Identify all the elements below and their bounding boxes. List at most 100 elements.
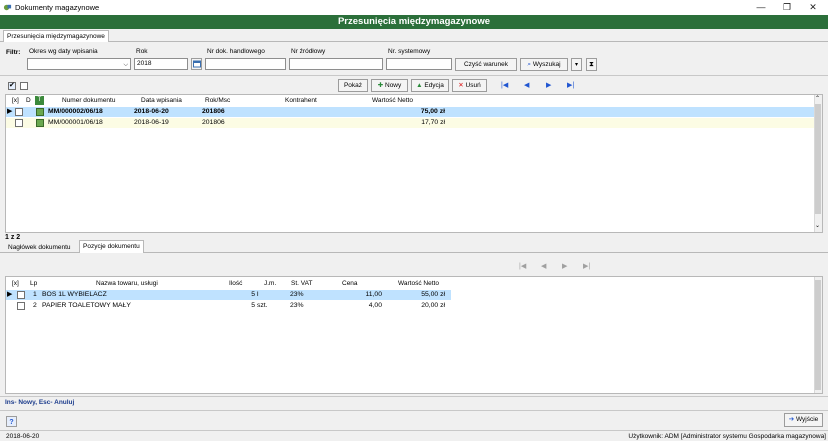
items-prev-button[interactable]: ◀ <box>541 262 546 270</box>
delete-icon: ✕ <box>458 82 464 89</box>
exit-button[interactable]: ➔ Wyjście <box>784 413 823 427</box>
delete-button[interactable]: ✕ Usuń <box>452 79 487 92</box>
doc-number: MM/000001/06/18 <box>48 119 103 126</box>
col-header-lp[interactable]: Lp <box>30 280 37 287</box>
documents-scroll-thumb[interactable] <box>815 104 821 214</box>
items-scroll-thumb[interactable] <box>815 280 821 390</box>
item-qty: 5 <box>251 302 255 309</box>
item-name: PAPIER TOALETOWY MAŁY <box>42 302 131 309</box>
tab-document-items[interactable]: Pozycje dokumentu <box>79 240 144 253</box>
check-all-checkbox[interactable]: ✔ <box>8 82 16 90</box>
row-checkbox[interactable] <box>15 119 23 127</box>
statusbar-separator <box>0 430 828 431</box>
first-record-button[interactable]: |◀ <box>501 81 508 89</box>
toolbar-separator <box>0 75 828 76</box>
source-label: Nr źródłowy <box>291 48 326 55</box>
edit-button[interactable]: ▲ Edycja <box>411 79 449 92</box>
item-net: 20,00 zł <box>421 302 445 309</box>
col-header-date[interactable]: Data wpisania <box>141 97 182 104</box>
help-button[interactable]: ? <box>6 416 17 427</box>
search-button-label: Wyszukaj <box>532 61 561 68</box>
col-header-t[interactable]: T <box>35 96 44 105</box>
row-checkbox[interactable] <box>15 108 23 116</box>
check-icon: ✔ <box>9 82 15 89</box>
period-select[interactable]: ⌵ <box>27 58 131 70</box>
doc-period: 201806 <box>202 119 225 126</box>
items-next-button[interactable]: ▶ <box>562 262 567 270</box>
search-button[interactable]: ⌕ Wyszukaj <box>520 58 568 71</box>
status-user: Użytkownik: ADM [Administrator systemu G… <box>628 433 826 440</box>
item-net: 55,00 zł <box>421 291 445 298</box>
col-header-qty[interactable]: Ilość <box>229 280 242 287</box>
help-icon: ? <box>9 419 14 426</box>
tab-document-header[interactable]: Nagłówek dokumentu <box>8 244 71 251</box>
bottom-separator <box>0 410 828 411</box>
edit-icon: ▲ <box>416 82 423 89</box>
col-header-net[interactable]: Wartość Netto <box>398 280 439 287</box>
col-header-name[interactable]: Nazwa towaru, usługi <box>96 280 158 287</box>
show-button[interactable]: Pokaż <box>338 79 368 92</box>
clear-condition-button[interactable]: Czyść warunek <box>455 58 517 71</box>
minimize-button[interactable]: — <box>748 0 774 15</box>
row-checkbox[interactable] <box>17 302 25 310</box>
trade-doc-input[interactable] <box>205 58 286 70</box>
source-input[interactable] <box>289 58 383 70</box>
col-header-x[interactable]: [x] <box>12 97 19 104</box>
col-header-contractor[interactable]: Kontrahent <box>285 97 317 104</box>
item-lp: 2 <box>33 302 37 309</box>
last-record-button[interactable]: ▶| <box>567 81 574 89</box>
keyboard-hint: Ins- Nowy, Esc- Anuluj <box>5 399 75 406</box>
tab-strip-line <box>0 41 828 42</box>
col-header-period[interactable]: Rok/Msc <box>205 97 230 104</box>
filter-label: Filtr: <box>6 49 21 56</box>
col-header-unit[interactable]: J.m. <box>264 280 276 287</box>
doc-net: 17,70 zł <box>421 119 445 126</box>
system-label: Nr. systemowy <box>388 48 431 55</box>
edit-button-label: Edycja <box>424 82 444 89</box>
item-unit: l <box>257 291 259 298</box>
col-header-number[interactable]: Numer dokumentu <box>62 97 115 104</box>
scroll-down-icon[interactable]: ⌄ <box>815 222 820 229</box>
exit-icon: ➔ <box>788 416 795 423</box>
item-qty: 5 <box>251 291 255 298</box>
year-label: Rok <box>136 48 148 55</box>
items-first-button[interactable]: |◀ <box>519 262 526 270</box>
uncheck-all-checkbox[interactable] <box>20 82 28 90</box>
col-header-vat[interactable]: St. VAT <box>291 280 312 287</box>
calendar-icon <box>192 60 201 68</box>
tab-transfers[interactable]: Przesunięcia międzymagazynowe <box>3 30 109 42</box>
filter-options-button[interactable]: ▾ <box>571 58 582 71</box>
item-price: 4,00 <box>368 302 382 309</box>
close-button[interactable]: ✕ <box>800 0 826 15</box>
col-header-net[interactable]: Wartość Netto <box>372 97 413 104</box>
item-name: BOS 1L WYBIELACZ <box>42 291 107 298</box>
col-header-d[interactable]: D <box>26 97 31 104</box>
system-input[interactable] <box>386 58 452 70</box>
col-header-price[interactable]: Cena <box>342 280 358 287</box>
doc-period: 201806 <box>202 108 225 115</box>
page-banner: Przesunięcia międzymagazynowe <box>0 15 828 29</box>
period-label: Okres wg daty wpisania <box>29 48 98 55</box>
new-button-label: Nowy <box>385 82 402 89</box>
item-lp: 1 <box>33 291 37 298</box>
col-header-x[interactable]: [x] <box>12 280 19 287</box>
new-button[interactable]: ✚ Nowy <box>371 79 408 92</box>
row-pointer-icon: ▶ <box>7 291 13 298</box>
trade-doc-label: Nr dok. handlowego <box>207 48 265 55</box>
year-input[interactable]: 2018 <box>134 58 188 70</box>
calendar-button[interactable] <box>191 58 202 70</box>
delete-button-label: Usuń <box>465 82 481 89</box>
items-last-button[interactable]: ▶| <box>583 262 590 270</box>
plus-icon: ✚ <box>377 82 384 89</box>
doc-date: 2018-06-19 <box>134 119 169 126</box>
clear-filter-button[interactable]: ⧗ <box>586 58 597 71</box>
next-record-button[interactable]: ▶ <box>546 81 551 89</box>
doc-date: 2018-06-20 <box>134 108 169 115</box>
scroll-up-icon[interactable]: ⌃ <box>815 95 820 102</box>
item-price: 11,00 <box>365 291 382 298</box>
maximize-button[interactable]: ❐ <box>774 0 800 15</box>
row-pointer-icon: ▶ <box>7 108 13 115</box>
row-checkbox[interactable] <box>17 291 25 299</box>
dropdown-icon: ▾ <box>574 62 578 68</box>
prev-record-button[interactable]: ◀ <box>524 81 529 89</box>
